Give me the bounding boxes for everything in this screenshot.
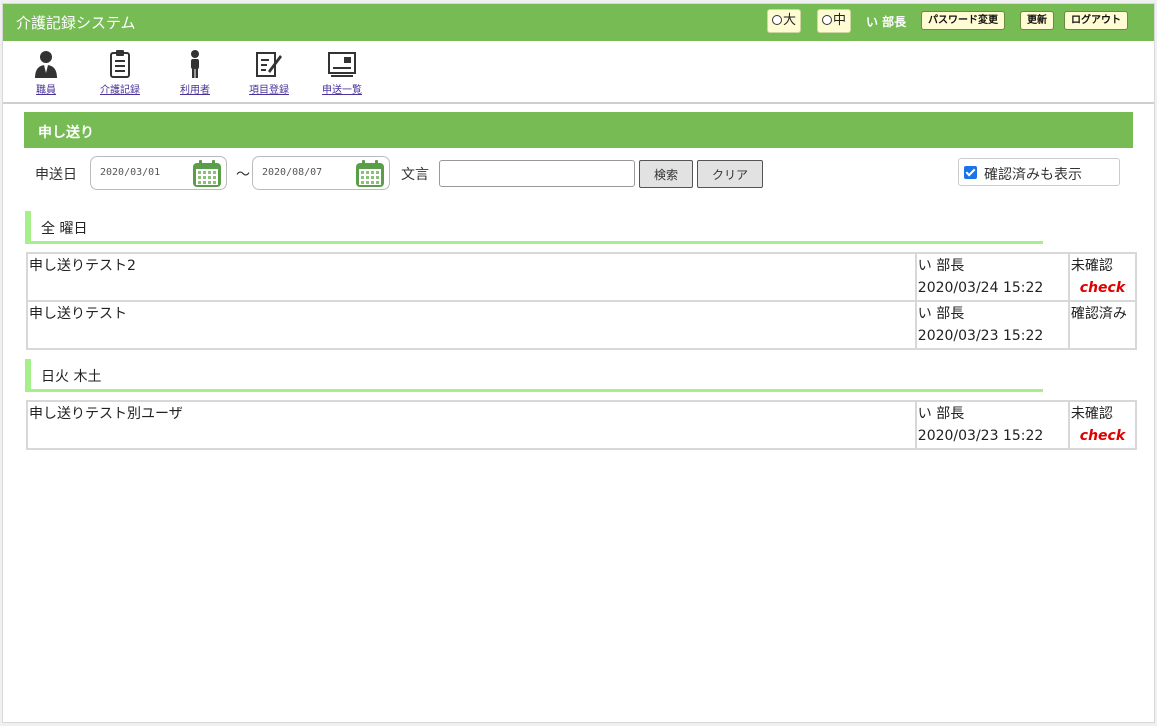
status-cell: 未確認 check: [1067, 252, 1138, 302]
date-from-value: 2020/03/01: [100, 167, 161, 178]
range-tilde: ～: [236, 167, 250, 183]
radio-icon: [822, 15, 832, 25]
status-text: 未確認: [1070, 258, 1113, 274]
main-nav: 職員 介護記録 利用者 項目登録 申送一覧: [3, 41, 1154, 104]
radio-icon: [772, 15, 782, 25]
status-cell: 未確認 check: [1067, 400, 1138, 450]
edit-form-icon: [256, 52, 282, 77]
status-text: 確認済み: [1070, 306, 1127, 322]
nav-item-item-registration[interactable]: 項目登録: [249, 49, 289, 96]
nav-item-users[interactable]: 利用者: [180, 49, 210, 96]
app-title: 介護記録システム: [16, 14, 136, 32]
show-confirmed-toggle[interactable]: 確認済みも表示: [958, 158, 1120, 186]
handover-table: 申し送りテスト別ユーザ い 部長 2020/03/23 15:22 未確認 ch…: [26, 400, 1138, 450]
date-to-value: 2020/08/07: [262, 167, 323, 178]
date-to-input[interactable]: 2020/08/07: [252, 156, 390, 190]
group-title: 全 曜日: [25, 211, 1043, 244]
datetime: 2020/03/23 15:22: [917, 428, 1044, 444]
search-row: 申送日 2020/03/01 ～ 2020/08/07 文言 検索 クリア 確認…: [3, 154, 1154, 194]
message-cell: 申し送りテスト: [26, 300, 917, 350]
font-size-large-label: 大: [783, 13, 797, 28]
status-cell: 確認済み: [1067, 300, 1138, 350]
section-title: 申し送り: [24, 112, 1133, 148]
message-cell: 申し送りテスト2: [26, 252, 917, 302]
nav-label: 申送一覧: [322, 85, 362, 96]
date-from-input[interactable]: 2020/03/01: [90, 156, 227, 190]
author: い 部長: [917, 306, 965, 322]
app-window: 介護記録システム 大 中 い 部長 パスワード変更 更新 ログアウト 職員 介護…: [2, 3, 1155, 723]
show-confirmed-label: 確認済みも表示: [984, 167, 1082, 183]
card-list-icon: [328, 52, 356, 77]
calendar-icon[interactable]: [191, 159, 223, 189]
author: い 部長: [917, 406, 965, 422]
group-title-text: 全 曜日: [41, 221, 88, 237]
clear-button[interactable]: クリア: [697, 160, 763, 188]
check-button[interactable]: check: [1071, 277, 1134, 299]
show-confirmed-checkbox[interactable]: [964, 166, 977, 179]
person-icon: [191, 50, 199, 78]
nav-item-staff[interactable]: 職員: [33, 49, 59, 96]
table-row: 申し送りテスト2 い 部長 2020/03/24 15:22 未確認 check: [26, 252, 1138, 302]
meta-cell: い 部長 2020/03/23 15:22: [914, 300, 1070, 350]
logout-button[interactable]: ログアウト: [1064, 11, 1128, 30]
user-name: い 部長: [866, 15, 907, 29]
password-change-button[interactable]: パスワード変更: [921, 11, 1005, 30]
group-underline: [31, 389, 1043, 392]
meta-cell: い 部長 2020/03/23 15:22: [914, 400, 1070, 450]
font-size-large-option[interactable]: 大: [767, 9, 802, 33]
group-title: 日火 木土: [25, 359, 1043, 392]
keyword-input[interactable]: [439, 160, 635, 187]
author: い 部長: [917, 258, 965, 274]
group-title-text: 日火 木土: [41, 369, 102, 385]
clipboard-icon: [110, 50, 130, 78]
staff-icon: [35, 51, 57, 78]
meta-cell: い 部長 2020/03/24 15:22: [914, 252, 1070, 302]
keyword-label: 文言: [401, 167, 429, 183]
nav-label: 職員: [36, 85, 56, 96]
app-header: 介護記録システム 大 中 い 部長 パスワード変更 更新 ログアウト: [3, 4, 1154, 41]
refresh-button[interactable]: 更新: [1020, 11, 1054, 30]
datetime: 2020/03/24 15:22: [917, 280, 1044, 296]
nav-label: 利用者: [180, 85, 210, 96]
nav-label: 介護記録: [100, 85, 140, 96]
search-button[interactable]: 検索: [639, 160, 693, 188]
datetime: 2020/03/23 15:22: [917, 328, 1044, 344]
table-row: 申し送りテスト い 部長 2020/03/23 15:22 確認済み: [26, 300, 1138, 350]
font-size-medium-label: 中: [833, 13, 847, 28]
message-cell: 申し送りテスト別ユーザ: [26, 400, 917, 450]
font-size-medium-option[interactable]: 中: [817, 9, 852, 33]
check-button[interactable]: check: [1071, 425, 1134, 447]
table-row: 申し送りテスト別ユーザ い 部長 2020/03/23 15:22 未確認 ch…: [26, 400, 1138, 450]
group-underline: [31, 241, 1043, 244]
date-label: 申送日: [35, 167, 77, 183]
status-text: 未確認: [1070, 406, 1113, 422]
nav-item-handover-list[interactable]: 申送一覧: [322, 49, 362, 96]
calendar-icon[interactable]: [354, 159, 386, 189]
nav-label: 項目登録: [249, 85, 289, 96]
handover-table: 申し送りテスト2 い 部長 2020/03/24 15:22 未確認 check…: [26, 252, 1138, 350]
nav-item-care-record[interactable]: 介護記録: [100, 49, 140, 96]
